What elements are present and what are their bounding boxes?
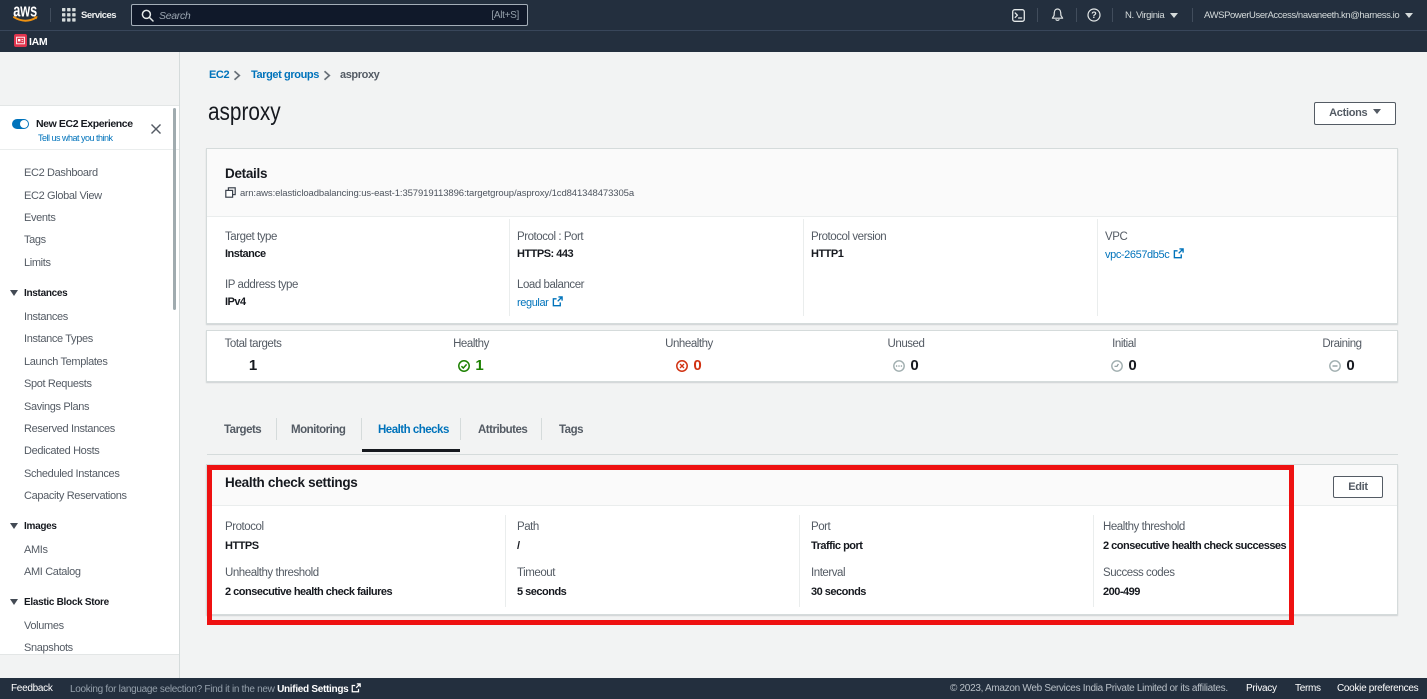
svg-text:?: ? <box>1091 10 1097 20</box>
